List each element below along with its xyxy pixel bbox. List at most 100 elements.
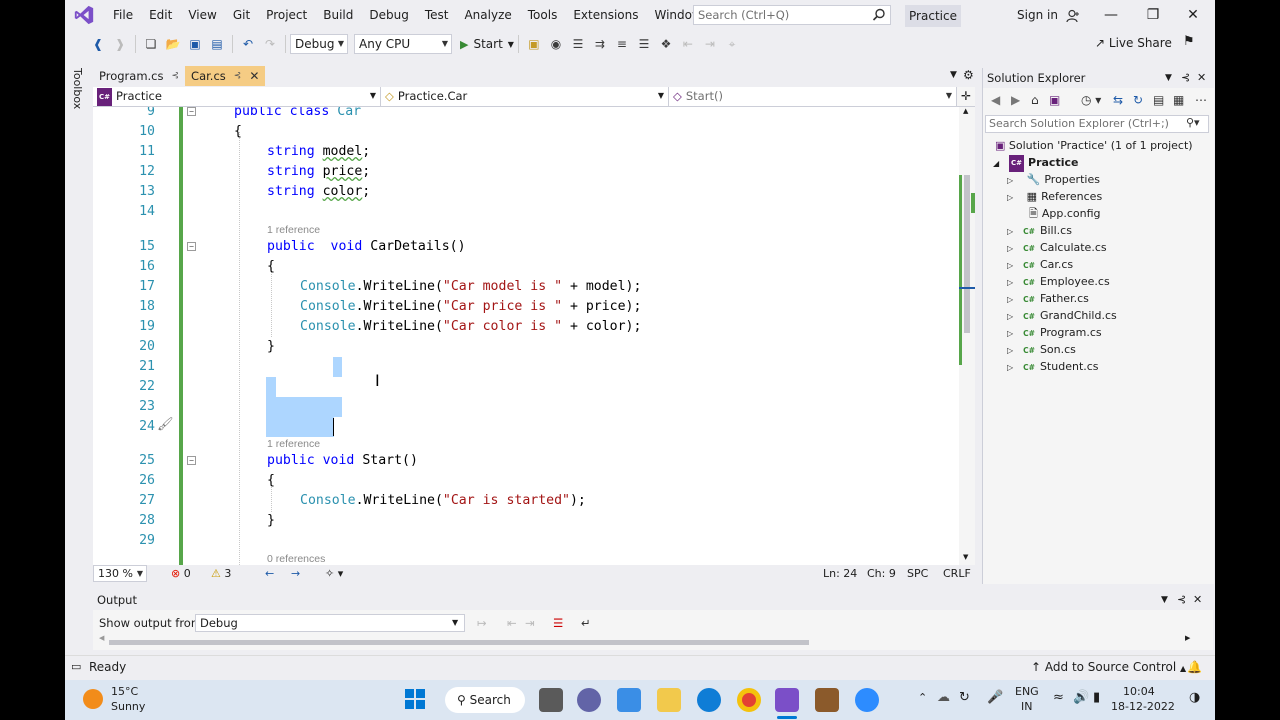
pin-icon[interactable]: ⊰ [1181, 68, 1190, 88]
start-button[interactable]: ▶ Start ▼ [460, 37, 514, 51]
solution-explorer-search-input[interactable]: Search Solution Explorer (Ctrl+;) ⚲▾ [985, 115, 1209, 133]
tree-item-app-config[interactable]: 🗎 App.config [1029, 205, 1101, 222]
edge-browser-icon[interactable] [697, 688, 721, 712]
onedrive-icon[interactable]: ☁ [937, 690, 950, 705]
line-indicator[interactable]: Ln: 24 [823, 565, 857, 583]
sunny-weather-icon[interactable] [83, 689, 103, 709]
home-icon[interactable]: ⌂ [1031, 93, 1039, 107]
notification-center-icon[interactable]: ◑ [1189, 690, 1200, 705]
tree-item-grandchild-cs[interactable]: ▷ C# GrandChild.cs [1007, 307, 1117, 324]
close-tab-icon[interactable]: ✕ [249, 69, 259, 83]
settings-icon[interactable]: ⚙ [963, 68, 974, 82]
whitespace-indicator[interactable]: SPC [907, 565, 928, 583]
menu-view[interactable]: View [180, 0, 224, 30]
line-ending-indicator[interactable]: CRLF [943, 565, 971, 583]
chevron-down-icon[interactable]: ▼ [1161, 590, 1168, 610]
scroll-left-icon[interactable]: ◀ [99, 634, 104, 642]
output-source-select[interactable]: Debug ▼ [195, 614, 465, 632]
pin-icon[interactable]: ⊰ [234, 71, 242, 81]
bookmark-clear-icon[interactable]: ⌖ [723, 35, 741, 53]
battery-icon[interactable]: ▮ [1093, 690, 1100, 705]
scrollbar-thumb[interactable] [964, 175, 970, 333]
save-icon[interactable]: ▣ [186, 35, 204, 53]
close-window-button[interactable]: ✕ [1173, 0, 1213, 30]
step-icon[interactable]: ⇉ [591, 35, 609, 53]
show-all-files-icon[interactable]: ▦ [1173, 93, 1184, 107]
tree-item-references[interactable]: ▷ ▦ References [1007, 188, 1102, 205]
tree-item-employee-cs[interactable]: ▷ C# Employee.cs [1007, 273, 1110, 290]
tab-car-cs[interactable]: Car.cs ⊰ ✕ [185, 66, 266, 86]
solution-name-badge[interactable]: Practice [905, 5, 961, 27]
task-view-icon[interactable] [539, 688, 563, 712]
codelens-references[interactable]: 1 reference [267, 436, 320, 452]
wifi-icon[interactable]: ≈ [1053, 690, 1064, 705]
maximize-button[interactable]: ❐ [1133, 0, 1173, 30]
scroll-down-icon[interactable]: ▼ [963, 553, 968, 561]
word-wrap-icon[interactable]: ↵ [581, 612, 591, 634]
menu-project[interactable]: Project [258, 0, 315, 30]
output-horizontal-scrollbar[interactable]: ◀ ▶ [99, 634, 1199, 647]
format-icon[interactable]: ≡ [613, 35, 631, 53]
add-to-source-control-button[interactable]: ↑ Add to Source Control ▲ [1031, 656, 1186, 680]
previous-message-icon[interactable]: ⇤ [507, 612, 517, 634]
navigate-forward-icon[interactable]: ❱ [111, 35, 129, 53]
codelens-references[interactable]: 0 references [267, 551, 325, 565]
platform-select[interactable]: Any CPU ▼ [354, 34, 452, 54]
menu-build[interactable]: Build [315, 0, 361, 30]
tab-overflow-icon[interactable]: ▼ [950, 70, 957, 80]
pin-icon[interactable]: ⊰ [1177, 590, 1186, 610]
sync-icon[interactable]: ⇆ [1113, 93, 1123, 107]
configuration-select[interactable]: Debug ▼ [290, 34, 348, 54]
chevron-down-icon[interactable]: ▼ [1165, 68, 1172, 88]
winrar-icon[interactable] [815, 688, 839, 712]
chrome-browser-icon[interactable] [737, 688, 761, 712]
bookmark-next-icon[interactable]: ⇥ [701, 35, 719, 53]
scrollbar-thumb[interactable] [109, 640, 809, 645]
chevron-up-icon[interactable]: ⌃ [918, 691, 927, 704]
class-dropdown[interactable]: ◇ Practice.Car ▼ [381, 87, 669, 106]
zoom-select[interactable]: 130 % ▼ [93, 565, 147, 582]
tree-item-calculate-cs[interactable]: ▷ C# Calculate.cs [1007, 239, 1107, 256]
menu-extensions[interactable]: Extensions [565, 0, 646, 30]
notifications-bell-icon[interactable]: 🔔 [1187, 656, 1202, 678]
teams-chat-icon[interactable] [577, 688, 601, 712]
new-project-icon[interactable]: ❏ [142, 35, 160, 53]
file-explorer-icon[interactable] [657, 688, 681, 712]
project-dropdown[interactable]: C# Practice ▼ [93, 87, 381, 106]
switch-views-icon[interactable]: ▣ [1049, 93, 1060, 107]
next-issue-icon[interactable]: → [291, 565, 300, 583]
tree-project-node[interactable]: ◢ C# Practice [993, 154, 1078, 172]
toolbox-panel[interactable]: Toolbox [65, 64, 93, 584]
network-sync-icon[interactable]: ↻ [959, 690, 970, 705]
tree-item-car-cs[interactable]: ▷ C# Car.cs [1007, 256, 1073, 273]
save-all-icon[interactable]: ▤ [208, 35, 226, 53]
column-indicator[interactable]: Ch: 9 [867, 565, 896, 583]
tree-item-son-cs[interactable]: ▷ C# Son.cs [1007, 341, 1076, 358]
properties-icon[interactable]: ⋯ [1195, 93, 1207, 107]
taskbar-search-button[interactable]: ⚲ Search [445, 687, 525, 713]
tab-program-cs[interactable]: Program.cs ⊰ [93, 66, 185, 86]
volume-icon[interactable]: 🔊 [1073, 690, 1089, 705]
close-icon[interactable]: ✕ [1193, 590, 1202, 610]
find-message-icon[interactable]: ↦ [477, 612, 487, 634]
comment-icon[interactable]: ☰ [635, 35, 653, 53]
error-count[interactable]: ⊗ 0 [171, 565, 191, 583]
pin-icon[interactable]: ⊰ [172, 71, 180, 81]
code-editor[interactable]: − − − 🖌 9 public class Car 10 { 11 strin… [93, 107, 959, 565]
visual-studio-taskbar-icon[interactable] [775, 688, 799, 712]
navigate-back-icon[interactable]: ❰ [89, 35, 107, 53]
redo-icon[interactable]: ↷ [261, 35, 279, 53]
menu-edit[interactable]: Edit [141, 0, 180, 30]
tree-item-student-cs[interactable]: ▷ C# Student.cs [1007, 358, 1099, 375]
back-icon[interactable]: ◀ [991, 93, 1000, 107]
tree-item-properties[interactable]: ▷ 🔧 Properties [1007, 171, 1100, 188]
region-code[interactable]: IN [1021, 700, 1032, 713]
tree-item-bill-cs[interactable]: ▷ C# Bill.cs [1007, 222, 1072, 239]
widgets-icon[interactable] [617, 688, 641, 712]
next-message-icon[interactable]: ⇥ [525, 612, 535, 634]
pending-changes-icon[interactable]: ◷ ▾ [1081, 93, 1101, 107]
editor-vertical-scrollbar[interactable]: ▲ ▼ [959, 107, 975, 565]
undo-icon[interactable]: ↶ [239, 35, 257, 53]
open-folder-icon[interactable]: 📂 [164, 35, 182, 53]
menu-test[interactable]: Test [417, 0, 457, 30]
